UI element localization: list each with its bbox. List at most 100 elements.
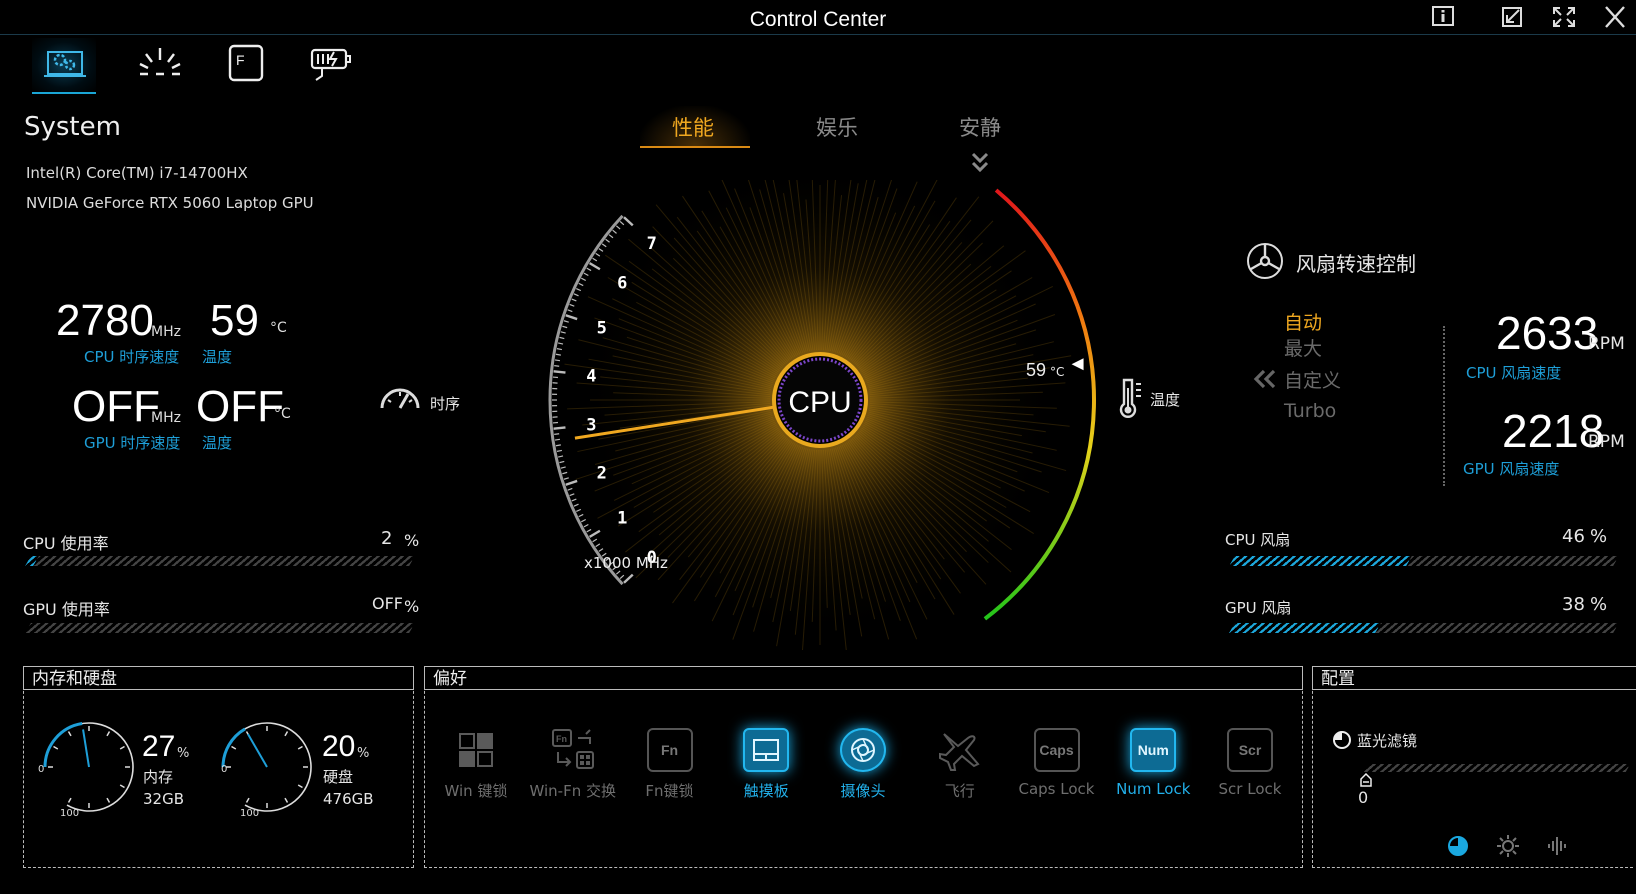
dial-tick xyxy=(297,745,303,750)
clock-scale-tick xyxy=(576,288,582,292)
tab-system-settings[interactable] xyxy=(32,38,96,94)
disk-percent-unit: % xyxy=(357,746,370,761)
fan-mode-auto[interactable]: 自动 xyxy=(1284,308,1322,335)
clock-scale-tick xyxy=(595,252,601,257)
window-title: Control Center xyxy=(749,8,887,31)
clock-scale-tick xyxy=(588,529,601,538)
gpu-temp-label: 温度 xyxy=(202,434,233,452)
touchpad-toggle[interactable]: 触摸板 xyxy=(720,728,812,808)
clock-tick-label: 5 xyxy=(597,318,607,338)
ram-percent-unit: % xyxy=(177,746,190,761)
blue-filter-label: 蓝光滤镜 xyxy=(1357,732,1418,750)
tab-lighting[interactable] xyxy=(128,38,192,92)
caps-lock-toggle[interactable]: Caps Caps Lock xyxy=(1011,728,1103,808)
clock-scale-tick xyxy=(601,243,607,248)
gpu-fan-bar xyxy=(1229,623,1619,633)
mode-performance[interactable]: 性能 xyxy=(633,112,753,142)
airplane-icon xyxy=(937,728,983,772)
cpu-fan-label: CPU 风扇 xyxy=(1225,531,1291,549)
clock-scale-tick xyxy=(580,518,586,523)
gpu-usage-bar xyxy=(25,623,415,633)
cpu-fan-bar xyxy=(1229,556,1619,566)
double-chevron-left-icon[interactable] xyxy=(1252,368,1278,390)
cpu-fan-rpm-label: CPU 风扇速度 xyxy=(1466,364,1562,382)
mode-entertainment[interactable]: 娱乐 xyxy=(777,112,897,142)
svg-text:F: F xyxy=(236,52,245,68)
clock-scale-tick xyxy=(619,574,625,579)
tab-function-keys[interactable]: F xyxy=(214,38,278,92)
gauge-center-label: CPU xyxy=(788,386,851,419)
win-lock-toggle[interactable]: Win 键锁 xyxy=(430,728,522,808)
info-icon[interactable] xyxy=(1428,4,1458,30)
clock-scale-tick xyxy=(623,216,634,227)
clock-scale-tick xyxy=(555,353,561,356)
gpu-clock-label: GPU 时序速度 xyxy=(84,434,181,452)
fan-mode-custom[interactable]: 自定义 xyxy=(1284,366,1341,393)
ram-label: 内存 xyxy=(143,768,174,786)
blue-filter-slider-handle[interactable] xyxy=(1360,772,1372,787)
fan-divider xyxy=(1443,326,1445,486)
clock-scale-tick xyxy=(553,370,566,374)
cpu-temp-label: 温度 xyxy=(202,348,233,366)
clock-scale-tick xyxy=(592,257,598,262)
dial-needle xyxy=(82,729,90,768)
mode-silent[interactable]: 安静 xyxy=(920,112,1040,142)
disk-dial xyxy=(221,722,312,812)
clock-tick-label: 7 xyxy=(647,234,657,254)
win-fn-swap-toggle[interactable]: Fn Win-Fn 交换 xyxy=(527,728,619,808)
clock-scale-tick xyxy=(592,538,598,543)
audio-wave-icon[interactable] xyxy=(1546,834,1570,858)
ram-dial-max: 100 xyxy=(60,808,80,819)
tab-battery-power[interactable] xyxy=(300,38,364,92)
cpu-usage-value: 2 xyxy=(381,528,393,549)
cpu-usage-bar xyxy=(25,556,415,566)
cpu-fan-rpm: 2633 xyxy=(1496,307,1599,359)
airplane-mode-toggle[interactable]: 飞行 xyxy=(914,728,1006,808)
blue-filter-value: 0 xyxy=(1358,788,1369,807)
clock-scale-tick xyxy=(583,272,589,277)
fan-mode-max[interactable]: 最大 xyxy=(1284,334,1322,361)
disk-dial-min: 0 xyxy=(221,764,228,775)
num-lock-toggle[interactable]: Num Num Lock xyxy=(1107,728,1199,808)
fn-lock-toggle[interactable]: Fn Fn键锁 xyxy=(624,728,716,808)
clock-scale-tick xyxy=(588,262,601,271)
cpu-fan-value: 46 xyxy=(1562,526,1585,547)
clock-scale-tick xyxy=(619,221,625,226)
dial-tick xyxy=(119,784,125,789)
blue-filter-slider-track[interactable] xyxy=(1363,764,1631,772)
dial-tick xyxy=(284,731,289,737)
scroll-lock-toggle[interactable]: Scr Scr Lock xyxy=(1204,728,1296,808)
disk-label: 硬盘 xyxy=(323,768,354,786)
clock-scale-tick xyxy=(612,229,617,234)
fan-mode-turbo[interactable]: Turbo xyxy=(1284,400,1336,422)
temp-pointer-triangle xyxy=(1071,358,1084,371)
dial-needle xyxy=(247,733,268,768)
clock-scale-tick xyxy=(554,438,561,441)
clock-scale-tick xyxy=(560,331,566,334)
camera-toggle[interactable]: 摄像头 xyxy=(817,728,909,808)
expand-chevron-icon[interactable] xyxy=(969,150,991,176)
mini-mode-icon[interactable] xyxy=(1497,4,1527,30)
cpu-temp-value: 59 xyxy=(210,296,259,345)
fullscreen-icon[interactable] xyxy=(1549,4,1579,30)
ram-percent: 27 xyxy=(142,730,176,763)
caps-lock-icon: Caps xyxy=(1033,728,1080,772)
clock-scale-tick xyxy=(559,336,565,340)
clock-scale-tick xyxy=(553,426,566,430)
theme-contrast-icon[interactable] xyxy=(1446,834,1470,858)
dial-tick xyxy=(245,797,250,803)
clock-scale-tick xyxy=(598,248,604,252)
brightness-icon[interactable] xyxy=(1496,834,1520,858)
system-heading: System xyxy=(24,112,121,142)
close-icon[interactable] xyxy=(1600,4,1630,30)
clock-scale-tick xyxy=(562,471,568,475)
cpu-usage-label: CPU 使用率 xyxy=(23,534,109,553)
clock-scale-tick xyxy=(567,487,573,491)
memory-panel-title: 内存和硬盘 xyxy=(23,666,414,690)
ram-dial xyxy=(43,722,134,812)
dial-tick xyxy=(231,745,237,750)
clock-scale-tick xyxy=(573,503,579,507)
disk-percent: 20 xyxy=(322,730,356,763)
clock-scale-tick xyxy=(578,282,584,287)
ram-dial-min: 0 xyxy=(38,764,45,775)
